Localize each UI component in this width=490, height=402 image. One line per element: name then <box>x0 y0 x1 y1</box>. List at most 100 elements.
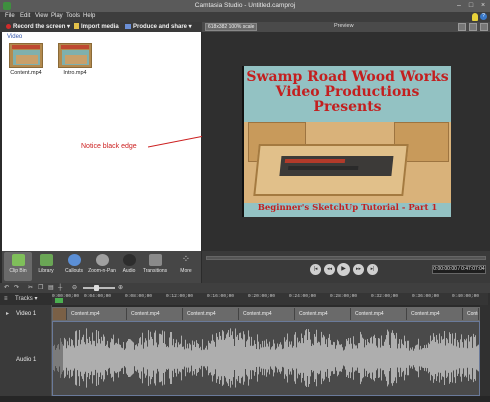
clip-bin-item[interactable]: Intro.mp4 <box>58 43 92 76</box>
video-clip[interactable]: Content.mp4 <box>295 308 351 320</box>
ruler-tick-label: 0:20:00;00 <box>248 294 276 299</box>
menu-file[interactable]: File <box>5 13 15 19</box>
fullscreen-icon[interactable] <box>469 23 477 31</box>
track-lock-icon[interactable]: ▸ <box>6 311 12 317</box>
tab-label: Library <box>38 268 54 274</box>
record-screen-button[interactable]: Record the screen ▾ <box>6 23 70 31</box>
tab-zoom-n-pan[interactable]: Zoom-n-Pan <box>88 254 116 274</box>
scrub-bar[interactable] <box>206 256 486 260</box>
ruler-tick-label: 0:28:00;00 <box>330 294 358 299</box>
video-clip[interactable]: Content.mp4 <box>127 308 183 320</box>
copy-icon[interactable]: ❐ <box>38 285 44 291</box>
clip-name: Intro.mp4 <box>63 70 87 76</box>
audio-track[interactable] <box>52 321 480 396</box>
import-media-button[interactable]: Import media <box>74 23 119 31</box>
video-clip[interactable]: Content.mp4 <box>239 308 295 320</box>
playback-controls: |◂ ◂◂ ▶ ▸▸ ▸| 0:00:00:00 / 0:47:07:04 <box>202 251 490 283</box>
share-icon <box>125 23 131 29</box>
produce-share-button[interactable]: Produce and share ▾ <box>125 23 192 31</box>
transitions-icon <box>148 254 162 266</box>
tab-more[interactable]: ⁘ More <box>172 254 200 274</box>
skip-forward-button[interactable]: ▸| <box>367 264 378 275</box>
zoom-icon <box>95 254 109 266</box>
close-button[interactable]: × <box>478 1 488 10</box>
video-frame[interactable]: Swamp Road Wood Works Video Productions … <box>242 66 451 217</box>
tracks-dropdown[interactable]: Tracks ▾ <box>15 295 37 302</box>
paste-icon[interactable]: ▤ <box>48 285 54 291</box>
menu-tools[interactable]: Tools <box>66 13 80 19</box>
zoom-slider-knob[interactable] <box>94 285 99 291</box>
help-icon[interactable]: ? <box>480 13 487 20</box>
video-clip[interactable]: Content.mp4 <box>67 308 127 320</box>
zoom-in-icon[interactable]: ⊕ <box>118 285 124 291</box>
ruler-tick-label: 0:12:00;00 <box>166 294 194 299</box>
callouts-icon <box>67 254 81 266</box>
video-clip[interactable] <box>53 308 67 320</box>
library-icon <box>39 254 53 266</box>
playhead-handle[interactable] <box>55 298 63 303</box>
cut-icon[interactable]: ✂ <box>28 285 34 291</box>
frame-title-line2: Video Productions <box>275 84 420 100</box>
redo-icon[interactable]: ↷ <box>14 285 20 291</box>
tab-clip-bin[interactable]: Clip Bin <box>4 252 32 281</box>
frame-subtitle: Beginner's SketchUp Tutorial - Part 1 <box>257 203 438 213</box>
tab-callouts[interactable]: Callouts <box>60 254 88 274</box>
play-button[interactable]: ▶ <box>337 263 350 276</box>
title-bar: Camtasia Studio - Untitled.camproj – □ × <box>0 0 490 12</box>
maximize-button[interactable]: □ <box>466 1 476 10</box>
split-icon[interactable]: ┼ <box>58 285 64 291</box>
menu-help[interactable]: Help <box>83 13 95 19</box>
tab-library[interactable]: Library <box>32 254 60 274</box>
crop-icon[interactable] <box>458 23 466 31</box>
tracks-icon: ≡ <box>4 296 8 302</box>
record-icon <box>6 23 11 29</box>
annotation-text: Notice black edge <box>81 143 137 150</box>
timeline-scroll-strip[interactable] <box>480 305 490 402</box>
tips-bulb-icon[interactable] <box>472 13 478 21</box>
tab-audio[interactable]: Audio <box>115 254 143 274</box>
skip-back-button[interactable]: |◂ <box>310 264 321 275</box>
clip-bin-item[interactable]: Content.mp4 <box>9 43 43 76</box>
fast-forward-button[interactable]: ▸▸ <box>353 264 364 275</box>
video-clip[interactable]: Content.mp4 <box>351 308 407 320</box>
detach-icon[interactable] <box>480 23 488 31</box>
track-name-audio: Audio 1 <box>16 357 37 363</box>
audio-icon <box>122 254 136 266</box>
frame-title-line1: Swamp Road Wood Works <box>246 69 449 85</box>
status-bar <box>0 396 490 402</box>
video-clip[interactable]: Content.mp4 <box>183 308 239 320</box>
import-icon <box>74 23 79 30</box>
ruler-tick-label: 0:08:00;00 <box>125 294 153 299</box>
scale-select[interactable]: 618x382 100% scale <box>205 23 257 31</box>
undo-icon[interactable]: ↶ <box>4 285 10 291</box>
menu-play[interactable]: Play <box>51 13 63 19</box>
minimize-button[interactable]: – <box>454 1 464 10</box>
clip-thumbnail <box>9 43 43 68</box>
video-track[interactable]: Content.mp4 Content.mp4 Content.mp4 Cont… <box>52 307 480 321</box>
tab-transitions[interactable]: Transitions <box>141 254 169 274</box>
menu-edit[interactable]: Edit <box>20 13 30 19</box>
clip-name: Content.mp4 <box>10 70 42 76</box>
ruler-tick-label: 0:32:00;00 <box>371 294 399 299</box>
track-labels: ▸ Video 1 Audio 1 <box>0 305 52 402</box>
zoom-out-icon[interactable]: ⊖ <box>72 285 78 291</box>
menu-bar: File Edit View Play Tools Help ? <box>0 12 490 22</box>
menu-view[interactable]: View <box>35 13 48 19</box>
timeline-ruler[interactable]: 0:00:00;00 0:04:00;00 0:08:00;00 0:12:00… <box>52 293 488 305</box>
preview-label: Preview <box>334 23 354 29</box>
track-name-video: Video 1 <box>16 311 37 317</box>
video-clip[interactable]: Content.mp4 <box>463 308 479 320</box>
preview-header: 618x382 100% scale Preview <box>202 22 490 32</box>
task-tabs: Clip Bin Library Callouts Zoom-n-Pan Aud… <box>2 251 201 283</box>
more-icon: ⁘ <box>181 254 191 265</box>
zoom-slider[interactable] <box>83 287 115 289</box>
tab-label: Clip Bin <box>9 268 27 274</box>
tab-label: Callouts <box>64 268 84 274</box>
ruler-tick-label: 0:40:00;00 <box>452 294 480 299</box>
clip-bin-icon <box>11 254 25 266</box>
produce-share-label: Produce and share ▾ <box>133 24 192 30</box>
rewind-button[interactable]: ◂◂ <box>324 264 335 275</box>
ruler-tick-label: 0:16:00;00 <box>207 294 235 299</box>
tab-label: Zoom-n-Pan <box>88 268 116 274</box>
video-clip[interactable]: Content.mp4 <box>407 308 463 320</box>
